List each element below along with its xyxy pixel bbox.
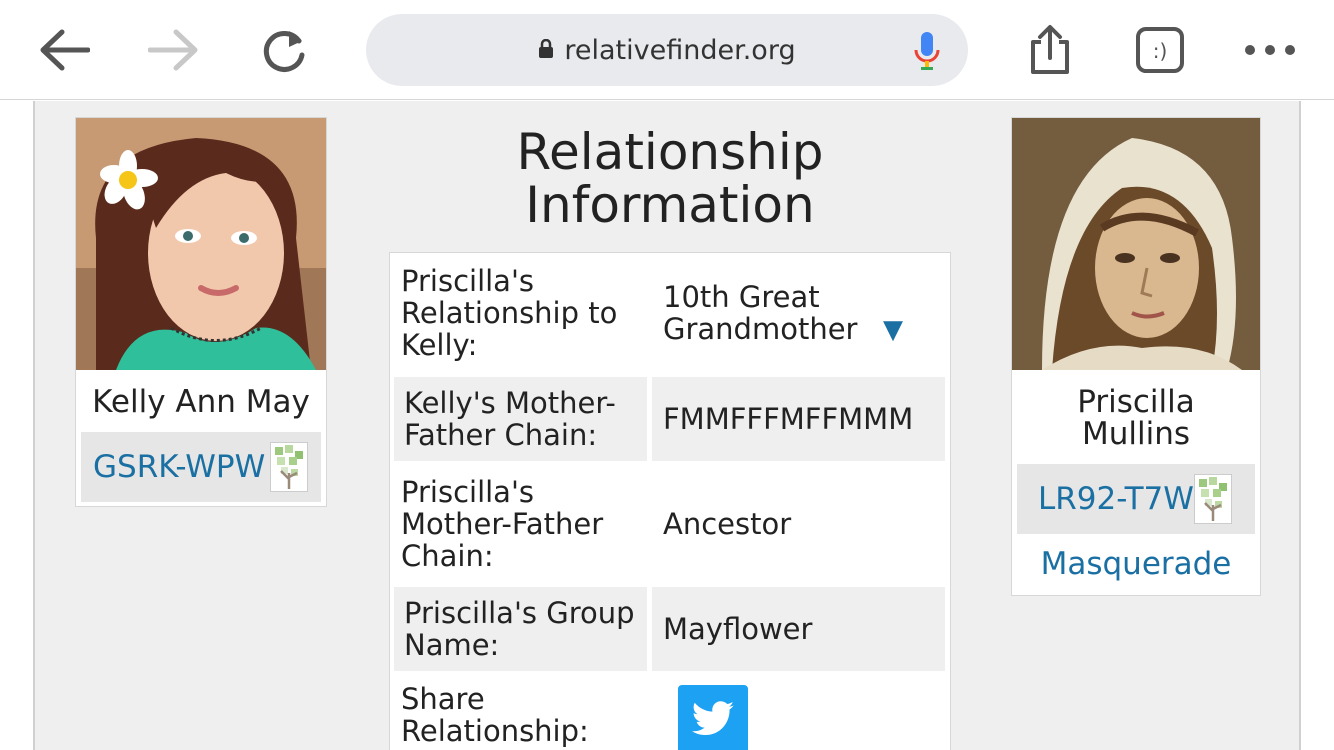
share-icon [1031,25,1069,74]
table-row-value: FMMFFFMFFMMM [652,377,945,461]
svg-text::): :) [1153,39,1168,63]
tabs-button[interactable]: :) [1132,22,1188,78]
relationship-table: Priscilla's Relationship to Kelly: 10th … [389,252,951,750]
reload-button[interactable] [256,22,312,78]
table-row-label: Share Relationship: [401,682,589,748]
left-person-id-link[interactable]: GSRK-WPW [93,449,265,485]
left-person-id-row: GSRK-WPW [81,432,321,502]
table-row-label: Priscilla's Mother-Father Chain: [401,475,604,573]
right-person-id-row: LR92-T7W [1017,464,1255,534]
right-person-photo[interactable] [1012,118,1260,370]
browser-toolbar: relativefinder.org :) [0,0,1334,100]
lock-icon [538,35,554,66]
dropdown-triangle-icon[interactable]: ▼ [883,315,903,345]
url-text: relativefinder.org [564,34,796,66]
right-person-name: Priscilla Mullins [1077,384,1195,452]
back-arrow-icon [40,29,90,71]
reload-icon [263,30,305,72]
left-person-name: Kelly Ann May [92,384,310,420]
more-menu-button[interactable] [1242,22,1298,78]
address-bar[interactable]: relativefinder.org [366,14,968,86]
group-link-masquerade[interactable]: Masquerade [1012,546,1260,582]
right-person-id-link[interactable]: LR92-T7W [1038,481,1194,517]
table-row-value: 10th Great Grandmother [663,280,858,346]
right-person-card: Priscilla Mullins LR92-T7W Masquerade [1011,117,1261,596]
table-row-value: Ancestor [663,507,792,541]
relationship-value[interactable]: 10th Great Grandmother [652,253,946,373]
tabs-icon: :) [1136,27,1184,73]
family-tree-icon[interactable] [270,442,308,492]
table-row-label: Priscilla's Relationship to Kelly: [401,264,618,362]
left-person-card: Kelly Ann May GSRK-WPW [75,117,327,507]
more-icon [1245,45,1295,55]
table-row-label: Kelly's Mother-Father Chain: [394,377,647,461]
mic-icon[interactable] [912,30,942,76]
table-row-value: Mayflower [652,587,945,671]
table-row-label: Priscilla's Group Name: [394,587,647,671]
page-title: Relationship Information [516,123,824,234]
forward-button[interactable] [146,22,202,78]
share-button[interactable] [1022,22,1078,78]
twitter-icon [692,701,734,736]
forward-arrow-icon [148,29,198,71]
family-tree-icon[interactable] [1194,474,1232,524]
back-button[interactable] [36,22,92,78]
left-person-photo[interactable] [76,118,326,370]
twitter-share-button[interactable] [678,685,748,750]
page-content: Kelly Ann May GSRK-WPW Relationship Info… [33,101,1301,750]
